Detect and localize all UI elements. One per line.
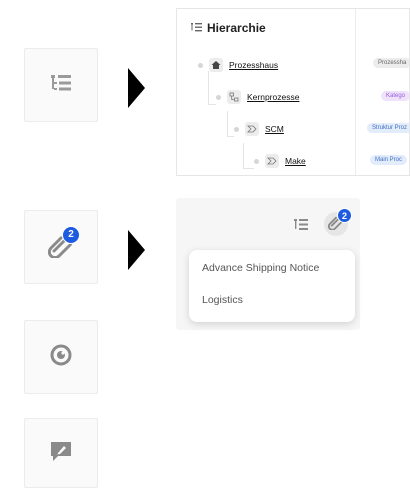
sitemap-icon [227,90,241,104]
home-icon [209,58,223,72]
eye-icon [49,343,73,372]
type-chip: Main Proc [370,155,408,165]
tree-bullet [198,62,203,68]
hierarchy-list-icon [50,73,72,98]
tree-connector [243,168,254,169]
attachment-count-badge: 2 [62,225,80,244]
hierarchy-toggle-tile[interactable] [24,48,98,122]
process-step-icon [265,154,279,168]
type-chip: Prozessha [373,58,409,68]
hierarchy-tree: Hierarchie Prozesshaus Kernprozesse SCM … [177,9,356,175]
tree-connector [208,71,209,104]
tree-connector [243,143,244,168]
attachments-button[interactable]: 2 [324,208,352,236]
comment-edit-icon [49,439,73,468]
attachments-tile[interactable]: 2 [24,210,98,284]
tree-node-label[interactable]: SCM [265,124,284,134]
tree-bullet [254,158,259,164]
tree-connector [208,104,216,105]
tree-node-make[interactable]: Make [254,154,306,168]
type-chip: Struktur Proz [367,123,409,133]
tree-bullet [234,126,239,132]
menu-item-logistics[interactable]: Logistics [202,294,243,306]
tree-node-label[interactable]: Prozesshaus [229,60,278,70]
tree-node-kernprozesse[interactable]: Kernprozesse [216,90,299,104]
tree-connector [227,111,228,136]
hierarchy-list-icon [191,21,202,35]
arrow-right-icon [128,68,145,108]
tree-node-label[interactable]: Kernprozesse [247,92,299,102]
type-chip: Katego [381,91,409,101]
arrow-right-icon [128,230,145,270]
process-step-icon [245,122,259,136]
tree-node-label[interactable]: Make [285,156,306,166]
paperclip-icon: 2 [47,225,80,263]
tree-node-scm[interactable]: SCM [234,122,284,136]
attachment-count-badge: 2 [337,208,352,223]
hierarchy-heading: Hierarchie [191,21,266,35]
tree-bullet [216,94,221,100]
menu-item-advance-shipping-notice[interactable]: Advance Shipping Notice [202,262,319,274]
hierarchy-panel: Hierarchie Prozesshaus Kernprozesse SCM … [176,8,410,176]
hierarchy-title: Hierarchie [207,21,266,35]
comment-tile[interactable] [24,418,98,488]
tree-node-prozesshaus[interactable]: Prozesshaus [198,58,278,72]
attachments-dropdown-menu: Advance Shipping Notice Logistics [189,250,355,322]
tree-connector [227,136,234,137]
visibility-tile[interactable] [24,320,98,394]
hierarchy-list-icon[interactable] [294,218,308,236]
